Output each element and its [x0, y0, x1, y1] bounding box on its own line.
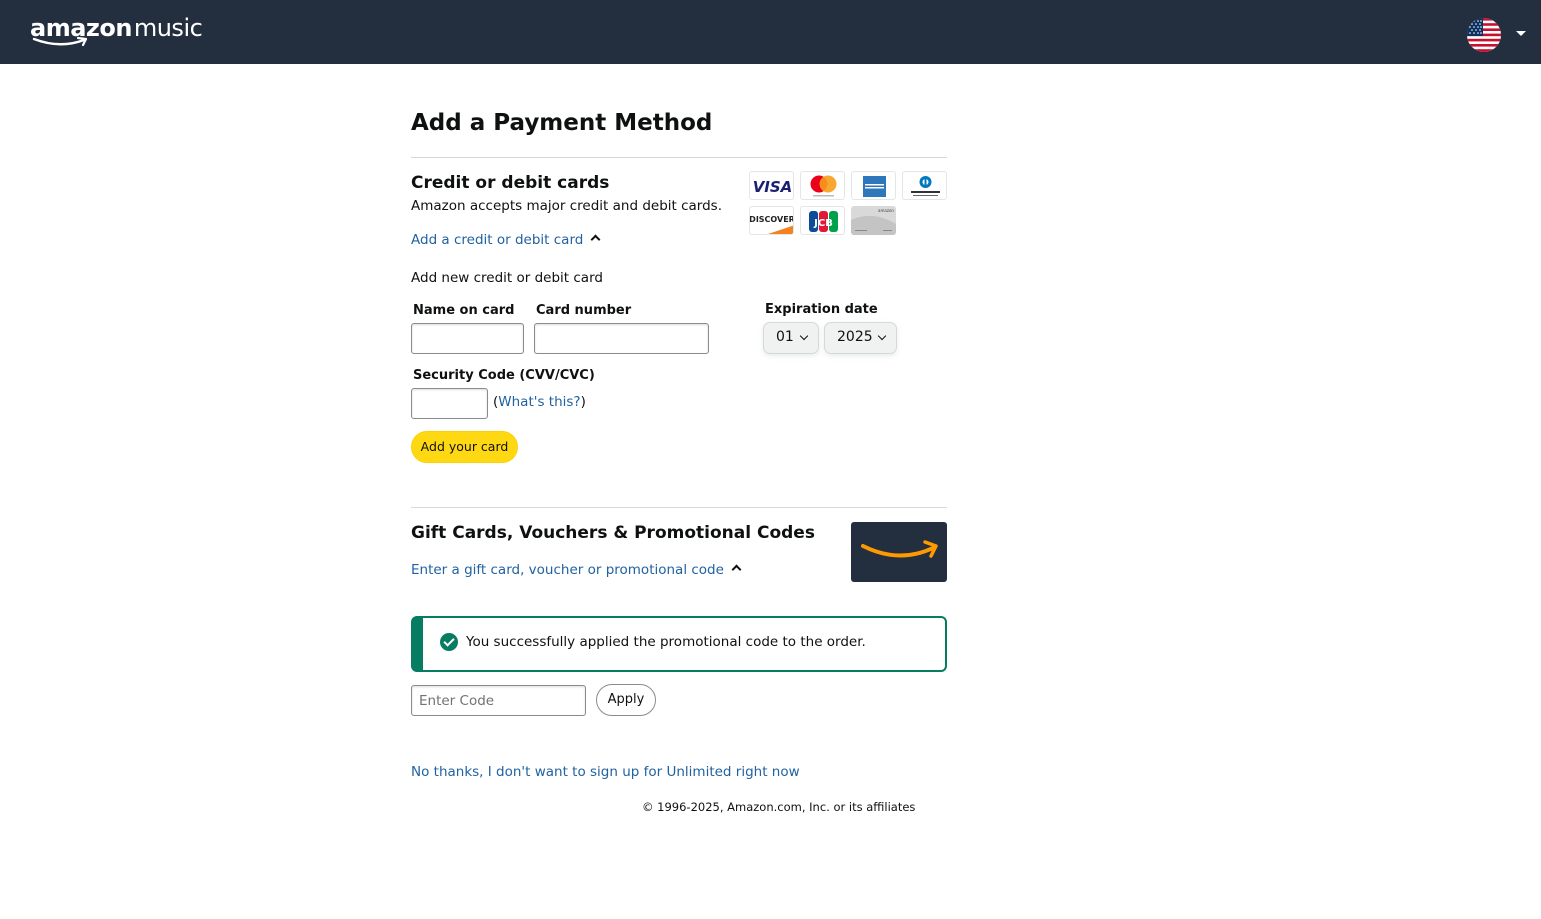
chevron-up-icon [731, 564, 742, 575]
add-card-subheading: Add new credit or debit card [411, 270, 603, 286]
amazon-gift-card-image [851, 522, 947, 582]
amazon-card-logo-text: amazon [878, 208, 894, 213]
check-circle-icon [440, 633, 458, 651]
section-divider [411, 507, 947, 508]
expiration-year-value: 2025 [837, 329, 873, 345]
jcb-logo: JCB [800, 206, 845, 235]
apply-code-button[interactable]: Apply [596, 684, 656, 716]
cards-section-description: Amazon accepts major credit and debit ca… [411, 198, 722, 214]
top-nav-bar: amazon music [0, 0, 1541, 64]
whats-this-wrapper: (What's this?) [493, 394, 586, 410]
us-flag-icon[interactable] [1467, 18, 1501, 52]
promo-success-alert: You successfully applied the promotional… [411, 616, 947, 672]
name-on-card-input[interactable] [411, 323, 524, 354]
visa-logo-text: VISA [753, 178, 793, 196]
whats-this-link[interactable]: What's this? [498, 394, 580, 410]
enter-code-toggle-label: Enter a gift card, voucher or promotiona… [411, 562, 724, 578]
american-express-logo [851, 171, 896, 200]
expiration-month-select[interactable]: 01 [763, 322, 819, 354]
diners-club-logo [902, 171, 947, 200]
chevron-down-icon [877, 331, 887, 341]
decline-unlimited-link[interactable]: No thanks, I don't want to sign up for U… [411, 764, 800, 780]
promo-code-input[interactable] [411, 685, 586, 716]
add-your-card-button[interactable]: Add your card [411, 431, 518, 463]
add-card-toggle-link[interactable]: Add a credit or debit card [411, 232, 601, 248]
discover-logo: DISCOVER [749, 206, 794, 235]
copyright-footer: © 1996-2025, Amazon.com, Inc. or its aff… [642, 800, 916, 814]
expiration-month-value: 01 [776, 329, 794, 345]
cards-section-title: Credit or debit cards [411, 173, 610, 193]
amazon-card-logo: amazon [851, 206, 896, 235]
security-code-input[interactable] [411, 388, 488, 419]
promo-success-message: You successfully applied the promotional… [466, 634, 866, 650]
discover-logo-text: DISCOVER [750, 215, 794, 224]
expiration-year-select[interactable]: 2025 [824, 322, 897, 354]
expiration-date-label: Expiration date [765, 302, 878, 317]
page-title: Add a Payment Method [411, 110, 713, 136]
add-card-toggle-label: Add a credit or debit card [411, 232, 584, 248]
logo-brand-suffix: music [133, 14, 203, 42]
security-code-label: Security Code (CVV/CVC) [413, 368, 595, 383]
amazon-music-logo[interactable]: amazon music [30, 14, 203, 50]
card-number-label: Card number [536, 303, 632, 318]
mastercard-logo [800, 171, 845, 200]
whats-this-close-paren: ) [580, 394, 586, 410]
card-number-input[interactable] [534, 323, 709, 354]
chevron-down-icon [799, 331, 809, 341]
gift-section-title: Gift Cards, Vouchers & Promotional Codes [411, 523, 815, 543]
enter-code-toggle-link[interactable]: Enter a gift card, voucher or promotiona… [411, 562, 742, 578]
name-on-card-label: Name on card [413, 303, 515, 318]
chevron-up-icon [590, 234, 601, 245]
jcb-logo-text: JCB [813, 218, 833, 229]
smile-arrow-icon [32, 36, 88, 47]
visa-logo: VISA [749, 171, 794, 200]
section-divider [411, 157, 947, 158]
locale-dropdown-caret-icon[interactable] [1516, 31, 1526, 36]
